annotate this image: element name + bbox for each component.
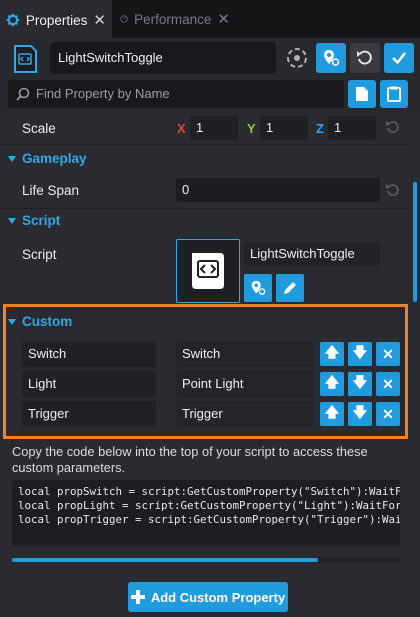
close-icon: ✕ (382, 405, 394, 422)
axis-x-label: X (177, 121, 186, 136)
move-down-button[interactable]: 🡇 (348, 372, 372, 396)
reset-icon[interactable] (386, 120, 400, 134)
axis-z-label: Z (316, 121, 324, 136)
reset-icon (357, 50, 372, 65)
tab-label: Properties (25, 12, 88, 28)
close-icon[interactable]: ✕ (217, 10, 230, 28)
section-gameplay-header[interactable]: Gameplay (8, 151, 87, 166)
script-thumbnail[interactable] (176, 239, 240, 303)
section-title: Custom (22, 314, 73, 329)
code-snippet[interactable]: local propSwitch = script:GetCustomPrope… (12, 480, 400, 546)
search-input[interactable]: Find Property by Name (8, 80, 344, 108)
confirm-button[interactable] (384, 43, 414, 73)
life-span-label: Life Span (22, 183, 80, 198)
plus-icon (130, 590, 145, 604)
close-icon: ✕ (382, 345, 394, 362)
script-label: Script (22, 247, 57, 262)
section-title: Gameplay (22, 151, 87, 166)
arrow-down-icon: 🡇 (352, 404, 368, 420)
section-script-header[interactable]: Script (8, 213, 60, 228)
arrow-up-icon: 🡅 (324, 344, 340, 360)
arrow-down-icon: 🡇 (352, 374, 368, 390)
move-down-button[interactable]: 🡇 (348, 342, 372, 366)
search-icon (16, 87, 30, 101)
axis-y-label: Y (247, 121, 256, 136)
code-line: local propLight = script:GetCustomProper… (18, 499, 400, 512)
scale-z-field[interactable]: 1 (328, 116, 376, 140)
locate-button[interactable] (316, 43, 346, 73)
code-line: local propTrigger = script:GetCustomProp… (18, 513, 400, 526)
delete-property-button[interactable]: ✕ (376, 342, 400, 366)
close-icon[interactable]: ✕ (93, 11, 106, 29)
move-down-button[interactable]: 🡇 (348, 402, 372, 426)
script-asset-field[interactable]: LightSwitchToggle (244, 242, 380, 266)
arrow-up-icon: 🡅 (324, 404, 340, 420)
network-toggle-button[interactable] (282, 43, 312, 73)
scale-x-field[interactable]: 1 (190, 116, 238, 140)
scale-label: Scale (22, 121, 56, 136)
divider (0, 144, 410, 145)
custom-property-name-switch[interactable]: Switch (22, 341, 156, 367)
document-icon (356, 87, 368, 101)
tab-label: Performance (134, 11, 212, 27)
chevron-down-icon (8, 155, 16, 162)
delete-property-button[interactable]: ✕ (376, 372, 400, 396)
chevron-down-icon (8, 217, 16, 224)
add-custom-property-button[interactable]: Add Custom Property (128, 582, 288, 612)
copy-file-button[interactable] (348, 80, 376, 108)
script-file-icon (14, 45, 37, 73)
section-custom-header[interactable]: Custom (8, 314, 72, 329)
checkmark-icon (392, 52, 406, 65)
tab-performance[interactable]: Performance ✕ (114, 0, 236, 38)
custom-property-hint: Copy the code below into the top of your… (12, 444, 368, 475)
move-up-button[interactable]: 🡅 (320, 372, 344, 396)
custom-property-name-light[interactable]: Light (22, 371, 156, 397)
move-up-button[interactable]: 🡅 (320, 402, 344, 426)
paste-button[interactable] (380, 80, 408, 108)
custom-property-name-trigger[interactable]: Trigger (22, 401, 156, 427)
reset-button[interactable] (350, 43, 380, 73)
clipboard-icon (387, 86, 401, 102)
scale-y-field[interactable]: 1 (260, 116, 308, 140)
horizontal-scrollbar[interactable] (12, 558, 318, 562)
section-title: Script (22, 213, 61, 228)
custom-property-value-trigger[interactable]: Trigger (176, 401, 314, 427)
map-pin-icon (324, 50, 340, 66)
object-name-field[interactable]: LightSwitchToggle (50, 42, 276, 74)
close-icon: ✕ (382, 375, 394, 392)
add-button-label: Add Custom Property (150, 589, 286, 605)
tab-bar: Properties ✕ Performance ✕ (0, 0, 420, 38)
chevron-down-icon (8, 318, 16, 325)
tab-properties[interactable]: Properties ✕ (0, 0, 112, 38)
properties-panel: Scale X 1 Y 1 Z 1 Gameplay Life Span 0 S… (0, 114, 420, 617)
custom-property-value-switch[interactable]: Switch (176, 341, 314, 367)
delete-property-button[interactable]: ✕ (376, 402, 400, 426)
reset-icon[interactable] (386, 183, 400, 197)
properties-header: LightSwitchToggle Find Property by Name (0, 38, 420, 114)
divider (0, 208, 410, 209)
edit-script-button[interactable] (276, 274, 304, 302)
pencil-icon (284, 282, 296, 294)
network-icon (287, 48, 307, 68)
locate-script-button[interactable] (244, 274, 272, 302)
vertical-scrollbar[interactable] (413, 182, 417, 302)
search-placeholder: Find Property by Name (36, 86, 170, 101)
arrow-down-icon: 🡇 (352, 344, 368, 360)
gear-icon (6, 13, 20, 27)
life-span-field[interactable]: 0 (176, 178, 380, 202)
map-pin-icon (251, 280, 266, 295)
script-scroll-icon (192, 253, 224, 289)
gauge-icon (120, 15, 128, 23)
custom-property-value-light[interactable]: Point Light (176, 371, 314, 397)
arrow-up-icon: 🡅 (324, 374, 340, 390)
code-line: local propSwitch = script:GetCustomPrope… (18, 485, 400, 498)
move-up-button[interactable]: 🡅 (320, 342, 344, 366)
